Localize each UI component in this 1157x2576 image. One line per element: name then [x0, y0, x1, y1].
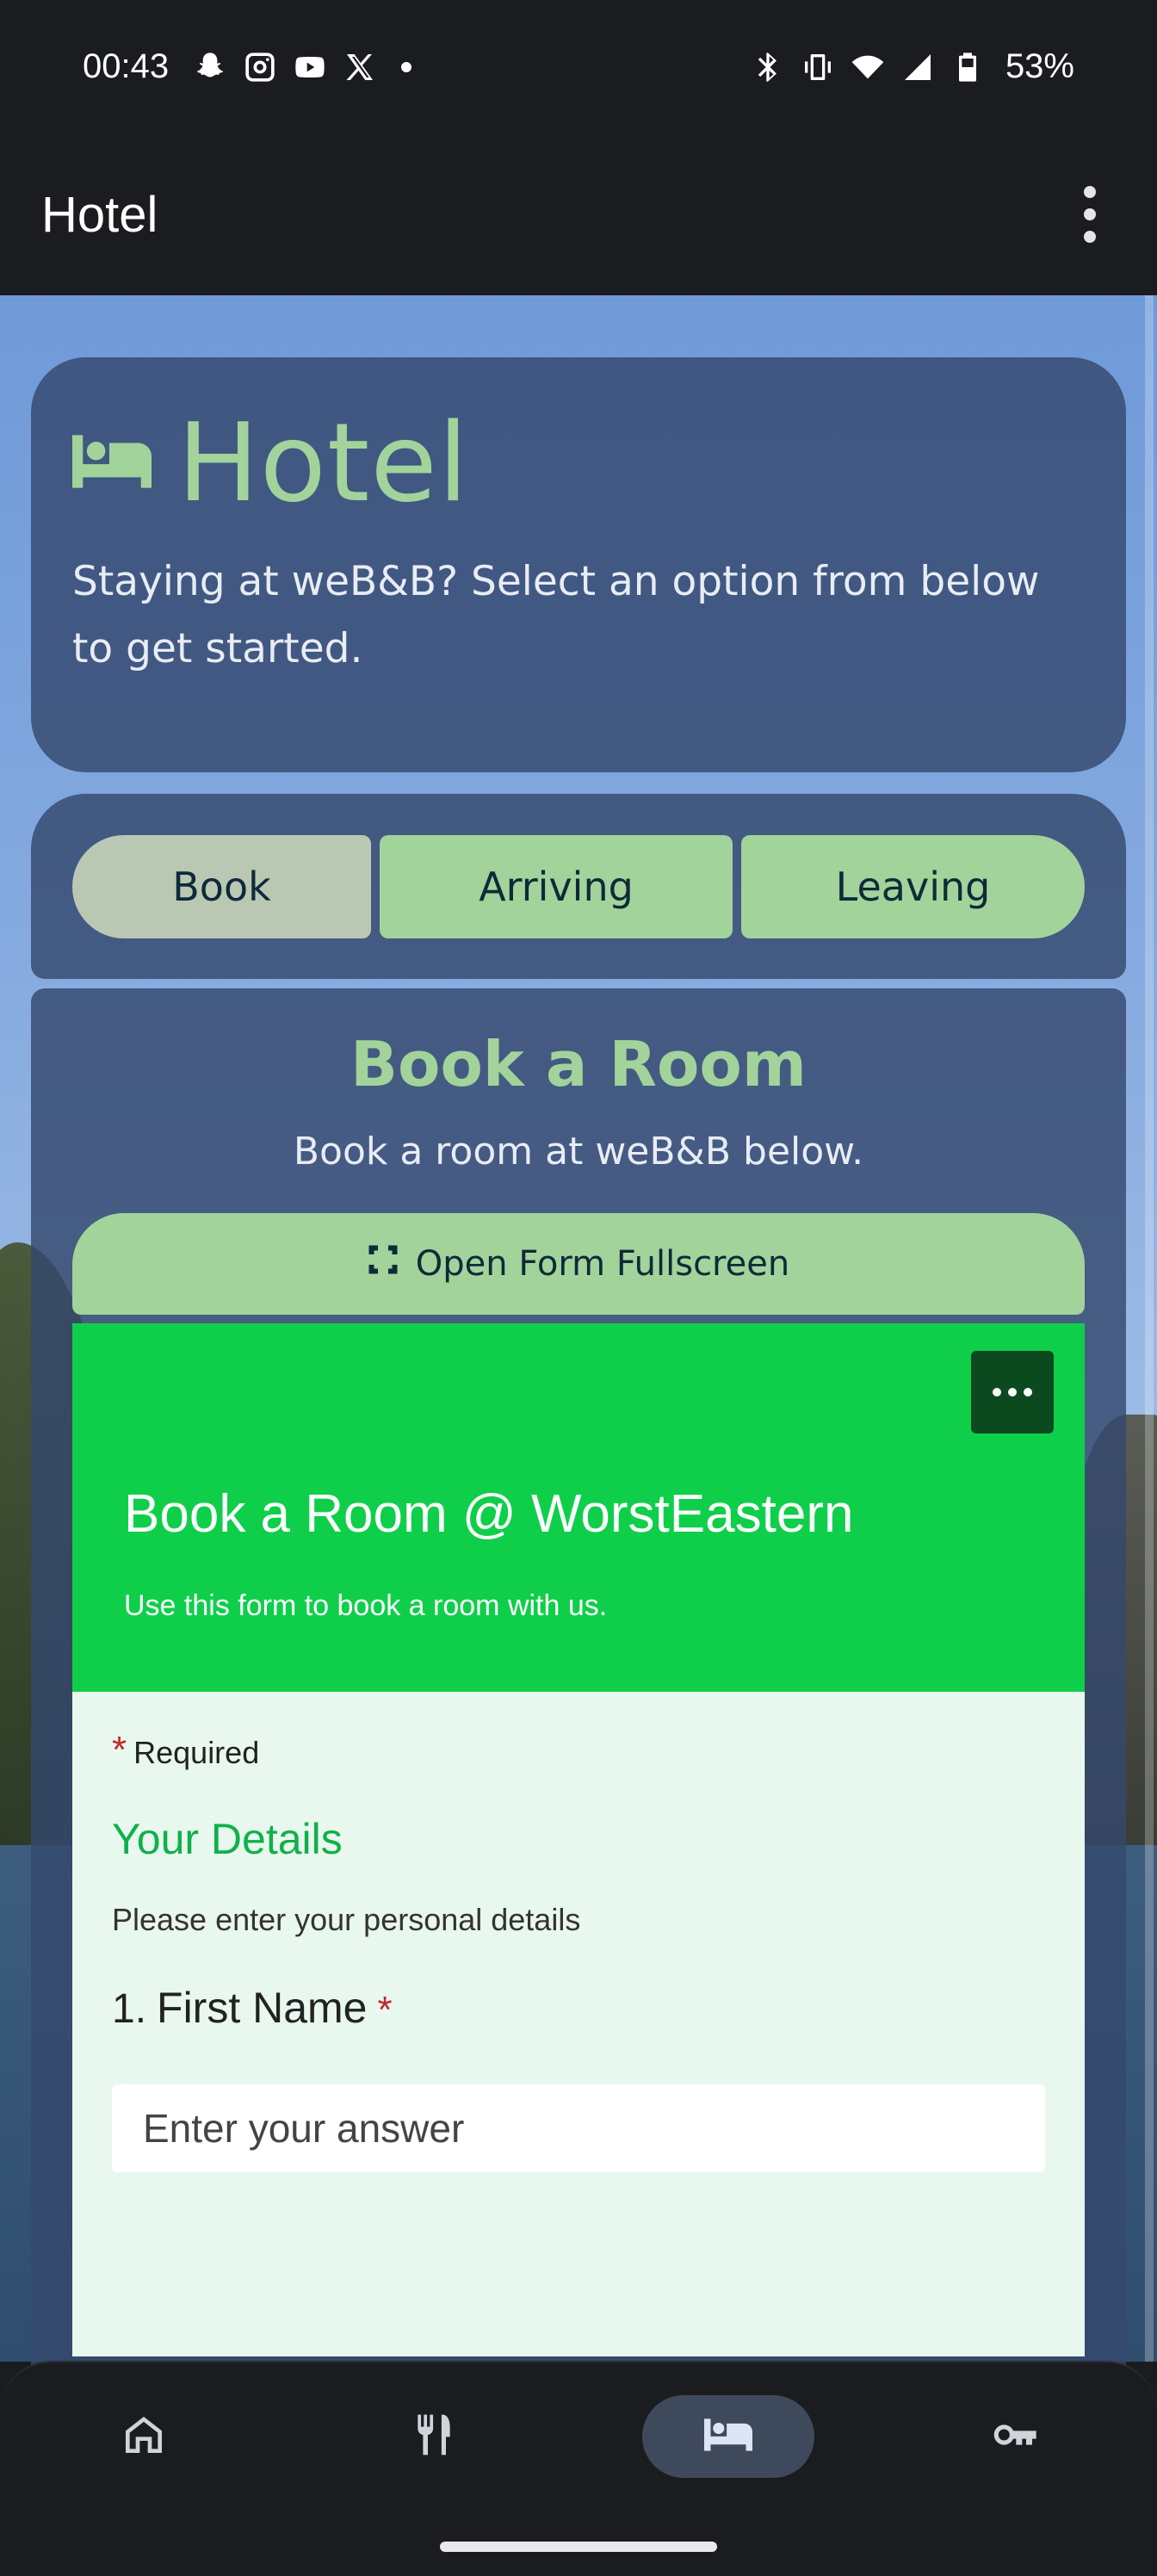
booking-tabs: Book Arriving Leaving [31, 794, 1126, 979]
nav-hotel[interactable] [642, 2395, 814, 2478]
bed-icon [704, 2411, 752, 2463]
form-description: Use this form to book a room with us. [124, 1589, 608, 1622]
status-time: 00:43 [83, 47, 170, 85]
app-title: Hotel [41, 186, 158, 243]
form-title: Book a Room @ WorstEastern [124, 1484, 854, 1544]
instagram-icon [243, 50, 277, 84]
key-icon [990, 2411, 1038, 2463]
hotel-description: Staying at weB&B? Select an option from … [72, 558, 1040, 672]
nav-key[interactable] [928, 2395, 1100, 2478]
nav-restaurant[interactable] [348, 2395, 520, 2478]
bluetooth-icon [751, 50, 785, 84]
overflow-dot [1084, 231, 1096, 243]
status-bar: 00:43 53% [0, 0, 1157, 133]
app-bar: Hotel [0, 133, 1157, 295]
tab-arriving[interactable]: Arriving [380, 835, 733, 938]
fullscreen-label: Open Form Fullscreen [415, 1244, 790, 1284]
status-right: 53% [751, 47, 1074, 86]
tab-leaving[interactable]: Leaving [741, 835, 1085, 938]
page-scrollbar[interactable] [1145, 295, 1154, 2362]
home-icon [120, 2411, 168, 2463]
hotel-title: Hotel [177, 399, 469, 526]
battery-icon [950, 50, 985, 84]
battery-percent: 53% [1005, 47, 1074, 85]
restaurant-icon [410, 2411, 458, 2463]
required-label: Required [133, 1735, 260, 1770]
tab-book[interactable]: Book [72, 835, 371, 938]
hotel-heading: Hotel [72, 409, 1085, 517]
form-body: * Required Your Details Please enter you… [72, 1692, 1085, 2215]
required-note: * Required [112, 1729, 1045, 1771]
form-header: Book a Room @ WorstEastern Use this form… [72, 1323, 1085, 1692]
signal-icon [900, 50, 935, 84]
required-asterisk: * [112, 1729, 127, 1771]
fullscreen-icon [368, 1244, 399, 1284]
question-number: 1. [112, 1986, 147, 2032]
first-name-input[interactable] [112, 2084, 1045, 2172]
hotel-intro-card: Hotel Staying at weB&B? Select an option… [31, 357, 1126, 772]
more-notifications-dot [401, 61, 412, 72]
youtube-icon [293, 50, 327, 84]
section-description: Please enter your personal details [112, 1902, 581, 1937]
open-form-fullscreen-button[interactable]: Open Form Fullscreen [72, 1213, 1085, 1315]
more-options-button[interactable] [971, 1351, 1054, 1434]
question-first-name: 1. First Name * [112, 1983, 1045, 2033]
overflow-dot [1084, 208, 1096, 220]
book-room-card: Book a Room Book a room at weB&B below. … [31, 988, 1126, 2383]
status-left: 00:43 [83, 47, 412, 86]
section-title: Your Details [112, 1815, 343, 1863]
gesture-handle[interactable] [440, 2542, 717, 2552]
more-dot [1024, 1388, 1032, 1396]
book-room-title: Book a Room [350, 1028, 807, 1100]
overflow-menu-icon[interactable] [1064, 180, 1116, 249]
overflow-dot [1084, 186, 1096, 198]
book-room-subtitle: Book a room at weB&B below. [293, 1130, 864, 1173]
more-dot [1008, 1388, 1017, 1396]
embedded-form: Book a Room @ WorstEastern Use this form… [72, 1323, 1085, 2356]
required-asterisk: * [377, 1989, 393, 2031]
vibrate-icon [801, 50, 835, 84]
nav-home[interactable] [58, 2395, 230, 2478]
more-dot [993, 1388, 1001, 1396]
snapchat-icon [193, 50, 227, 84]
x-icon [343, 50, 377, 84]
bottom-navigation [0, 2361, 1157, 2576]
question-label: First Name [157, 1984, 368, 2032]
wifi-icon [851, 50, 885, 84]
bed-icon [72, 434, 152, 492]
